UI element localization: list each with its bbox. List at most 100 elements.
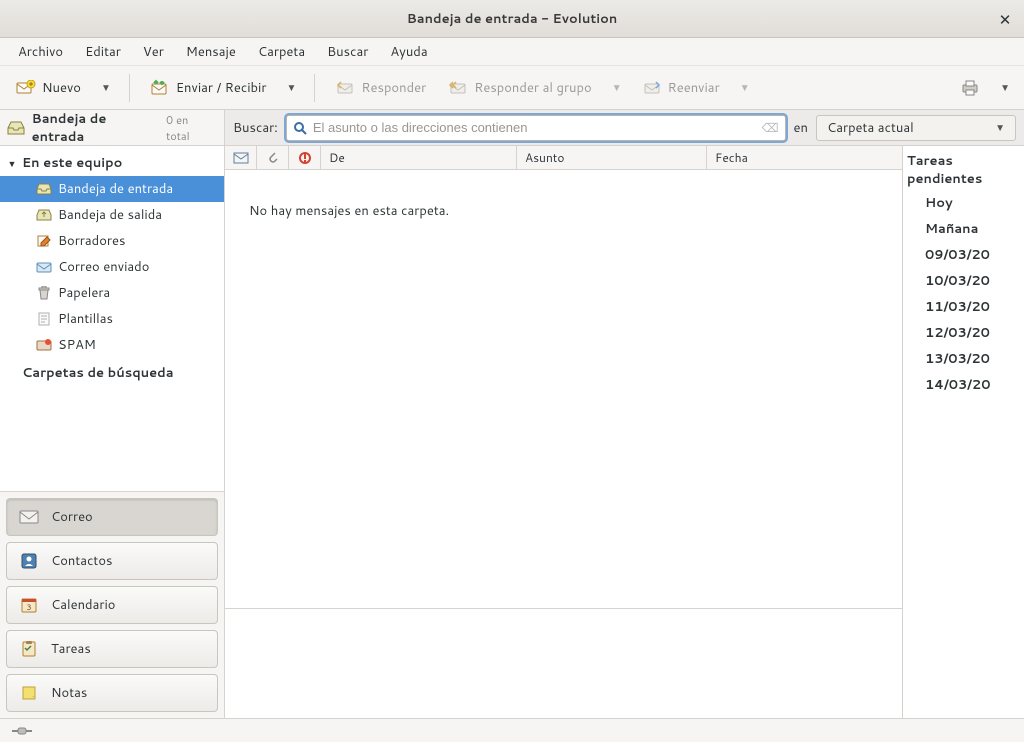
folder-outbox[interactable]: Bandeja de salida [0,202,224,228]
switcher-mail[interactable]: Correo [6,498,218,536]
menu-carpeta[interactable]: Carpeta [248,39,315,65]
switcher-label: Calendario [51,596,115,614]
col-subject[interactable]: Asunto [517,146,707,169]
folder-name-label: Bandeja de entrada [32,110,160,146]
switcher-label: Correo [51,508,93,526]
search-icon[interactable] [293,121,307,135]
send-receive-dropdown[interactable]: ▼ [280,77,302,99]
task-item[interactable]: 12/03/20 [903,320,1024,346]
task-item[interactable]: 10/03/20 [903,268,1024,294]
contacts-icon [19,551,39,571]
send-receive-icon [150,78,170,98]
reply-all-icon [448,78,468,98]
print-dropdown[interactable]: ▼ [994,77,1016,99]
col-attachment[interactable] [257,146,289,169]
folder-label: Papelera [58,284,110,302]
print-button[interactable] [952,74,988,102]
task-item[interactable]: 11/03/20 [903,294,1024,320]
col-date[interactable]: Fecha [707,146,902,169]
search-folders-row[interactable]: Carpetas de búsqueda [0,358,224,386]
task-item[interactable]: 13/03/20 [903,346,1024,372]
folder-label: Bandeja de salida [58,206,162,224]
toolbar-separator [129,74,130,102]
forward-icon [642,78,662,98]
switcher-notes[interactable]: Notas [6,674,218,712]
empty-message: No hay mensajes en esta carpeta. [249,202,878,220]
message-list[interactable]: No hay mensajes en esta carpeta. [225,170,902,608]
print-icon [960,78,980,98]
inbox-icon [6,118,26,138]
reply-all-dropdown: ▼ [606,77,628,99]
window-title: Bandeja de entrada - Evolution [0,10,1024,28]
menu-editar[interactable]: Editar [75,39,131,65]
switcher-contacts[interactable]: Contactos [6,542,218,580]
reply-icon [335,78,355,98]
search-folders-label: Carpetas de búsqueda [22,364,174,382]
chevron-down-icon: ▼ [995,121,1005,135]
drafts-icon [36,233,52,249]
tasks-icon [19,639,39,659]
reply-all-label: Responder al grupo [474,79,591,97]
scope-select[interactable]: Carpeta actual ▼ [816,115,1016,141]
forward-button: Reenviar [634,74,728,102]
folder-label: Borradores [58,232,125,250]
folder-inbox[interactable]: Bandeja de entrada [0,176,224,202]
search-entry[interactable]: ⌫ [286,115,786,141]
menu-ayuda[interactable]: Ayuda [380,39,437,65]
close-button[interactable]: ✕ [996,10,1014,28]
toolbar: Nuevo ▼ Enviar / Recibir ▼ Responder Res… [0,66,1024,110]
flag-icon [298,151,312,165]
folder-drafts[interactable]: Borradores [0,228,224,254]
task-item[interactable]: 09/03/20 [903,242,1024,268]
new-button[interactable]: Nuevo [8,74,89,102]
search-input[interactable] [313,120,756,135]
menu-buscar[interactable]: Buscar [317,39,378,65]
reply-all-button: Responder al grupo [440,74,599,102]
switcher-tasks[interactable]: Tareas [6,630,218,668]
send-receive-label: Enviar / Recibir [176,79,267,97]
reply-label: Responder [361,79,426,97]
mail-icon [19,507,39,527]
connection-status-icon[interactable] [10,725,34,737]
column-headers: De Asunto Fecha [225,146,902,170]
calendar-icon: 3 [19,595,39,615]
col-status[interactable] [225,146,257,169]
sidebar: ▼ En este equipo Bandeja de entrada Band… [0,146,225,718]
menubar: Archivo Editar Ver Mensaje Carpeta Busca… [0,38,1024,66]
svg-text:3: 3 [26,601,31,613]
search-bar: Buscar: ⌫ en Carpeta actual ▼ [225,110,1024,145]
col-from[interactable]: De [321,146,517,169]
header-row: Bandeja de entrada 0 en total Buscar: ⌫ … [0,110,1024,146]
new-dropdown[interactable]: ▼ [95,77,117,99]
account-label: En este equipo [22,154,122,172]
scope-label: en [794,119,808,137]
task-item[interactable]: Hoy [903,190,1024,216]
menu-archivo[interactable]: Archivo [8,39,73,65]
folder-templates[interactable]: Plantillas [0,306,224,332]
task-item[interactable]: 14/03/20 [903,372,1024,398]
menu-ver[interactable]: Ver [133,39,174,65]
envelope-icon [233,152,249,164]
search-label: Buscar: [233,119,278,137]
col-flag[interactable] [289,146,321,169]
folder-sent[interactable]: Correo enviado [0,254,224,280]
folder-trash[interactable]: Papelera [0,280,224,306]
notes-icon [19,683,39,703]
task-item[interactable]: Mañana [903,216,1024,242]
folder-spam[interactable]: SPAM [0,332,224,358]
switcher: Correo Contactos 3 Calendario Tareas Not… [0,491,224,718]
close-icon: ✕ [999,9,1012,30]
folder-label: SPAM [58,336,96,354]
expander-icon[interactable]: ▼ [6,157,18,170]
account-row[interactable]: ▼ En este equipo [0,150,224,176]
menu-mensaje[interactable]: Mensaje [176,39,246,65]
sent-icon [36,259,52,275]
switcher-calendar[interactable]: 3 Calendario [6,586,218,624]
outbox-icon [36,207,52,223]
trash-icon [36,285,52,301]
message-pane: De Asunto Fecha No hay mensajes en esta … [225,146,902,718]
clear-search-icon[interactable]: ⌫ [762,119,779,136]
attachment-icon [267,151,279,165]
send-receive-button[interactable]: Enviar / Recibir [142,74,275,102]
new-mail-icon [16,78,36,98]
